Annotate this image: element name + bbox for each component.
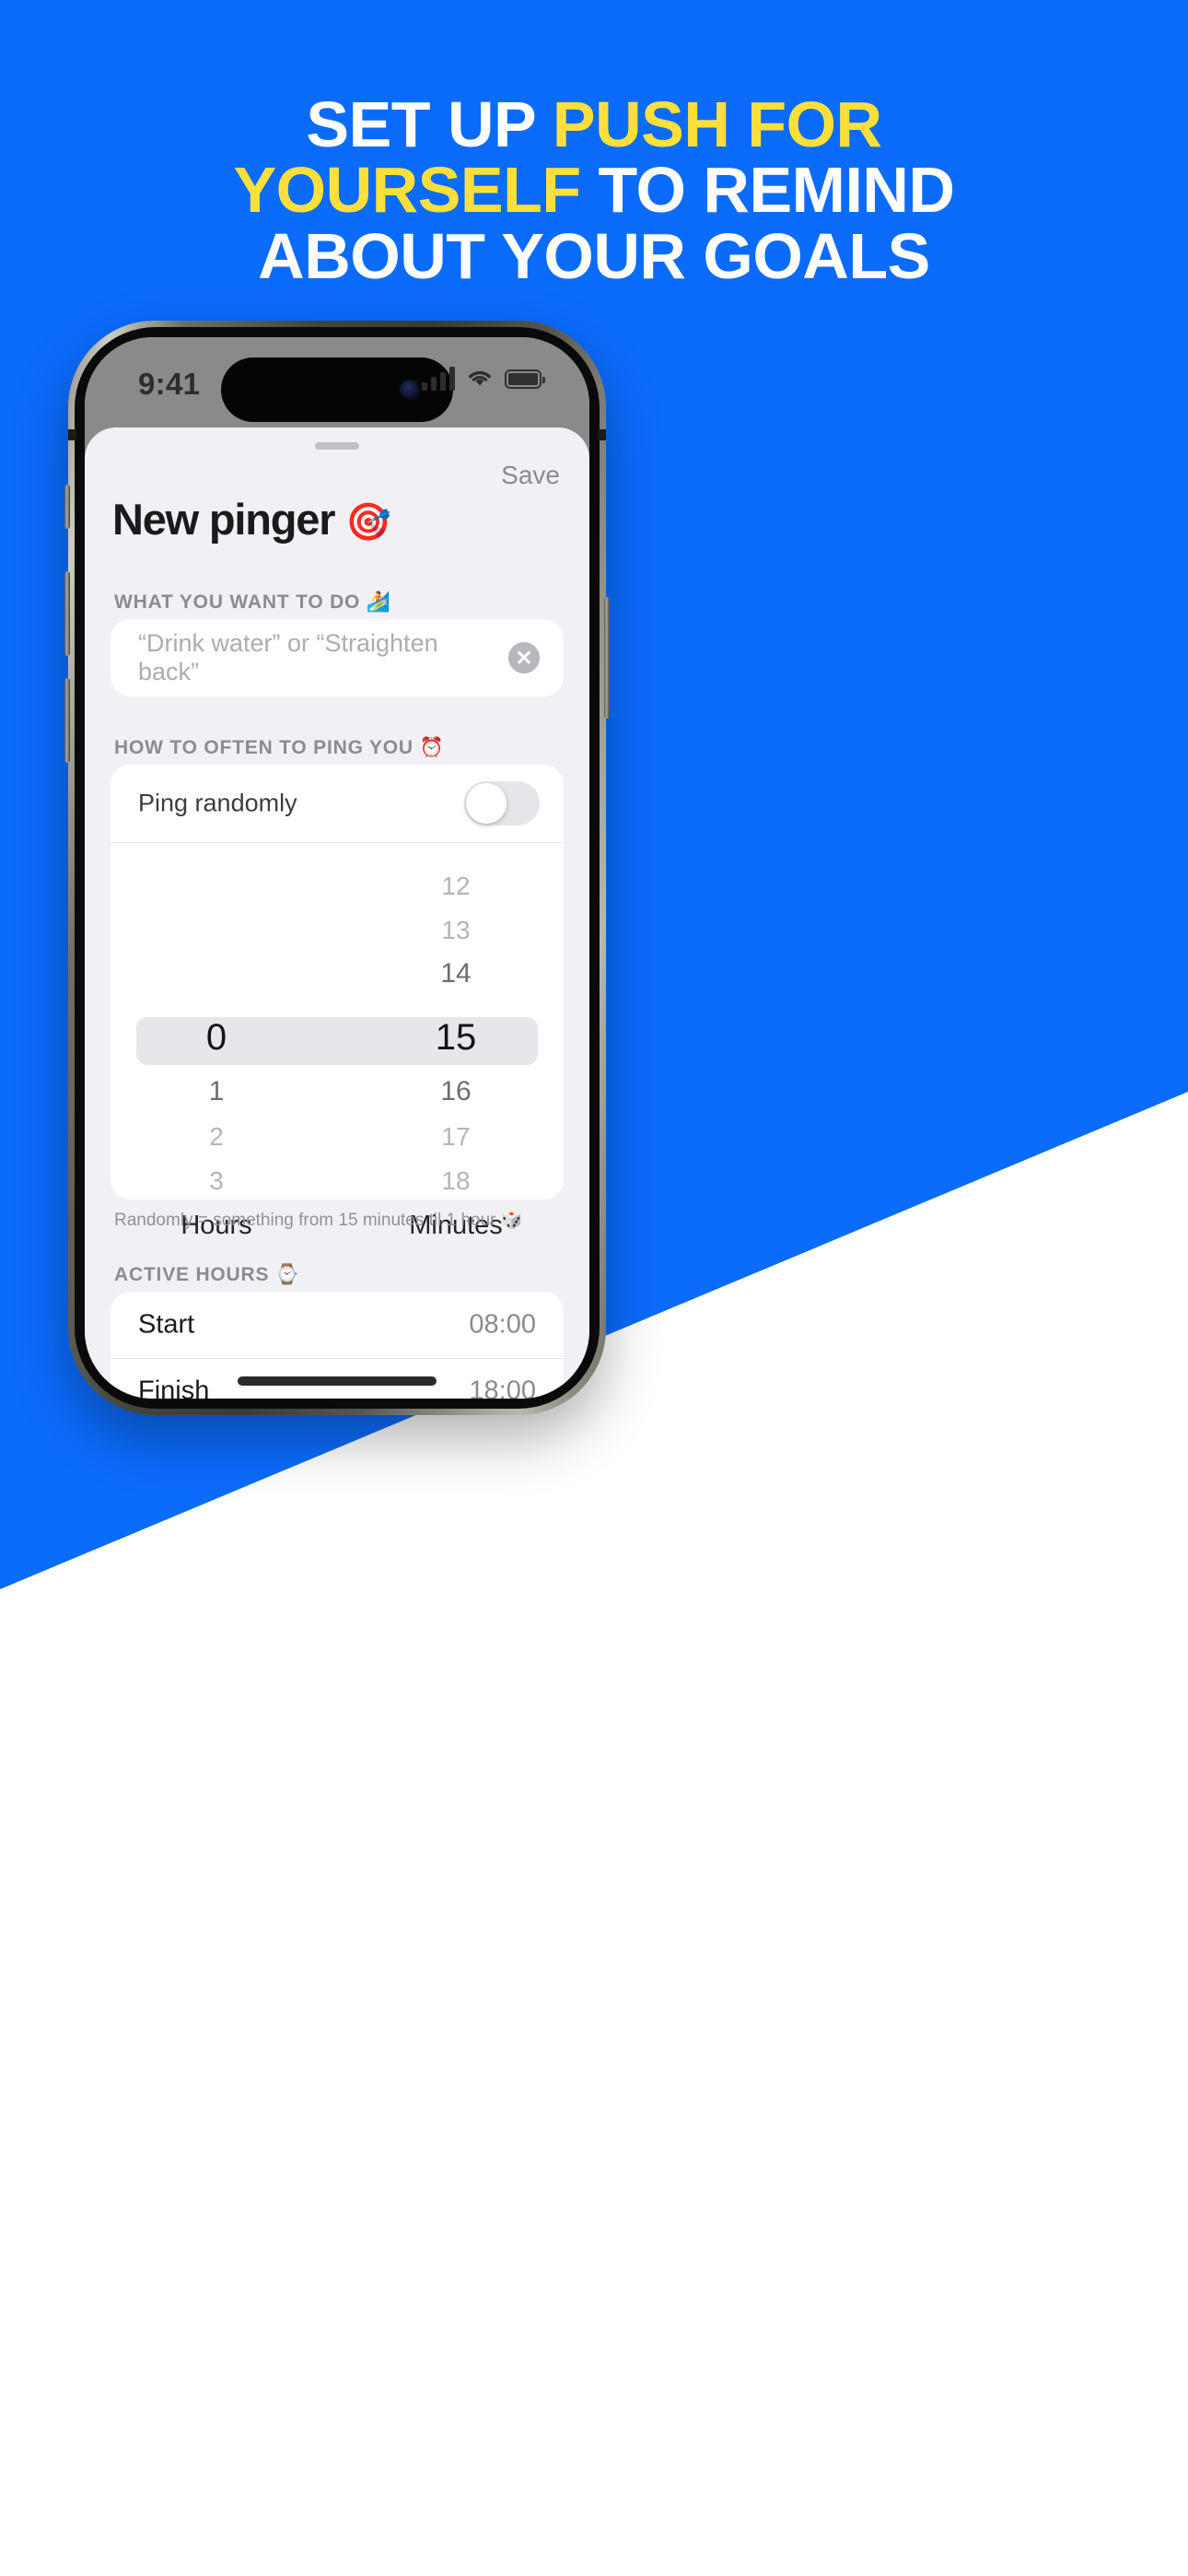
frequency-section-label: HOW TO OFTEN TO PING YOU ⏰ xyxy=(114,737,444,759)
front-camera-icon xyxy=(400,380,420,400)
start-value[interactable]: 08:00 xyxy=(469,1310,536,1341)
active-hours-label-text: ACTIVE HOURS xyxy=(114,1264,270,1285)
clear-icon[interactable]: ✕ xyxy=(508,642,540,673)
minutes-picker-item[interactable]: 12 xyxy=(343,872,569,901)
signal-bars-icon xyxy=(422,367,455,391)
alarm-clock-emoji-icon: ⏰ xyxy=(419,737,444,758)
silent-switch-button[interactable] xyxy=(64,485,70,529)
battery-icon xyxy=(505,369,545,389)
page-title-text: New pinger xyxy=(112,495,336,544)
iphone-device-mockup: 9:41 Save New pinger 🎯 WHAT YOU WANT TO … xyxy=(64,321,610,1415)
page-title: New pinger 🎯 xyxy=(112,494,391,544)
hours-picker-item[interactable]: 3 xyxy=(103,1166,330,1196)
frequency-section-label-text: HOW TO OFTEN TO PING YOU xyxy=(114,737,413,758)
minutes-picker-item[interactable]: 17 xyxy=(343,1122,569,1152)
frequency-hint-text: Randomly = something from 15 minutes til… xyxy=(114,1211,523,1230)
start-label: Start xyxy=(138,1309,195,1340)
hours-picker-item[interactable]: 2 xyxy=(103,1122,330,1152)
watch-emoji-icon: ⌚ xyxy=(274,1264,300,1285)
hours-picker-item[interactable]: 1 xyxy=(103,1076,330,1107)
task-section-label-text: WHAT YOU WANT TO DO xyxy=(114,591,361,613)
minutes-picker-item[interactable]: 14 xyxy=(343,958,569,989)
hours-picker-item-selected[interactable]: 0 xyxy=(103,1017,330,1059)
dynamic-island xyxy=(221,357,453,422)
marketing-headline: SET UP PUSH FOR YOURSELF TO REMIND ABOUT… xyxy=(0,91,1188,292)
toggle-knob xyxy=(466,783,507,824)
antenna-seam-left xyxy=(68,429,76,440)
headline-line-2: YOURSELF TO REMIND xyxy=(33,158,1155,223)
sheet-grabber-handle[interactable] xyxy=(315,442,359,450)
task-input-card[interactable]: “Drink water” or “Straighten back” ✕ xyxy=(111,619,564,697)
minutes-picker-item[interactable]: 13 xyxy=(343,916,569,945)
start-time-row[interactable]: Start 08:00 xyxy=(111,1292,564,1359)
save-button[interactable]: Save xyxy=(501,461,560,490)
wifi-icon xyxy=(469,370,491,386)
headline-seg-white: SET UP xyxy=(306,88,553,160)
minutes-picker-item[interactable]: 18 xyxy=(343,1166,569,1196)
home-indicator[interactable] xyxy=(238,1376,437,1386)
power-button[interactable] xyxy=(604,597,610,719)
headline-line-1: SET UP PUSH FOR xyxy=(33,91,1155,158)
antenna-seam-right xyxy=(598,429,606,440)
headline-seg-yellow-2: YOURSELF xyxy=(233,154,581,227)
ping-randomly-label: Ping randomly xyxy=(138,789,297,817)
surfer-emoji-icon: 🏄 xyxy=(366,591,390,613)
finish-label: Finish xyxy=(138,1376,210,1399)
phone-screen: 9:41 Save New pinger 🎯 WHAT YOU WANT TO … xyxy=(85,337,589,1399)
status-bar-time: 9:41 xyxy=(138,367,201,401)
hours-picker-column[interactable]: 0 1 2 3 Hours xyxy=(111,844,337,1240)
task-section-label: WHAT YOU WANT TO DO 🏄 xyxy=(114,591,390,614)
volume-down-button[interactable] xyxy=(64,678,70,763)
minutes-picker-column[interactable]: 12 13 14 15 16 17 18 Minutes xyxy=(337,844,564,1240)
target-emoji-icon: 🎯 xyxy=(345,502,391,543)
frequency-card: Ping randomly 0 1 2 3 Hours 12 13 14 15 … xyxy=(111,765,564,1240)
volume-up-button[interactable] xyxy=(64,571,70,656)
interval-picker[interactable]: 0 1 2 3 Hours 12 13 14 15 16 17 18 Minut… xyxy=(111,844,564,1240)
new-pinger-sheet: Save New pinger 🎯 WHAT YOU WANT TO DO 🏄 … xyxy=(85,427,589,1399)
minutes-picker-item-selected[interactable]: 15 xyxy=(343,1017,569,1059)
headline-seg-yellow: PUSH FOR xyxy=(552,88,882,160)
ping-randomly-row[interactable]: Ping randomly xyxy=(111,765,564,843)
status-bar: 9:41 xyxy=(85,337,589,437)
status-bar-indicators xyxy=(422,367,545,391)
active-hours-section-label: ACTIVE HOURS ⌚ xyxy=(114,1264,299,1286)
minutes-picker-item[interactable]: 16 xyxy=(343,1076,569,1107)
headline-seg-white-2: TO REMIND xyxy=(580,154,956,227)
headline-line-3: ABOUT YOUR GOALS xyxy=(258,219,930,292)
ping-randomly-toggle[interactable] xyxy=(464,781,540,825)
finish-value[interactable]: 18:00 xyxy=(469,1376,536,1399)
task-input[interactable]: “Drink water” or “Straighten back” xyxy=(138,619,481,697)
